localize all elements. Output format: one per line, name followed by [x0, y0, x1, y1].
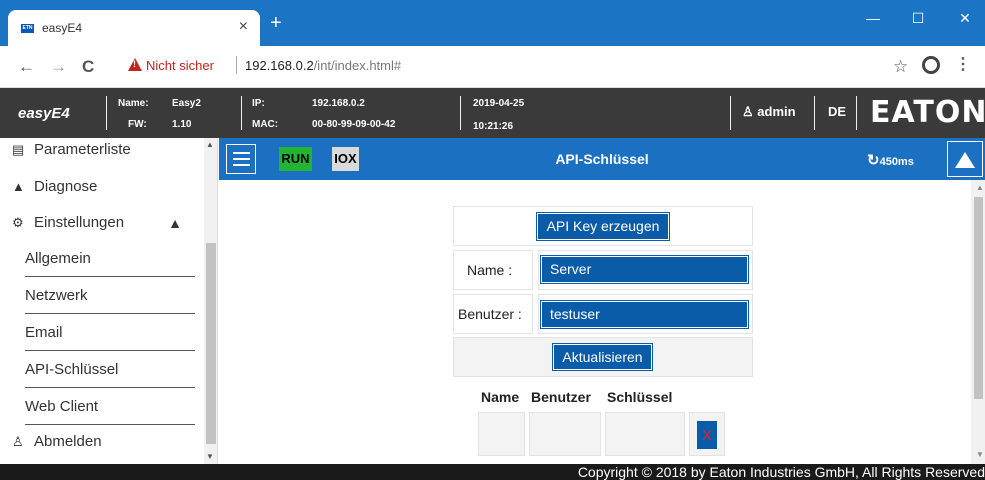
sidebar-item-diagnose[interactable]: ▲ Diagnose: [12, 169, 192, 205]
scroll-top-button[interactable]: [947, 141, 983, 177]
user-name: admin: [757, 104, 796, 119]
user-icon: ♙: [12, 434, 24, 449]
header-divider: [460, 96, 461, 130]
sidebar-item-label: Parameterliste: [34, 141, 131, 158]
cycle-time-value: 450ms: [879, 156, 914, 168]
page-toolbar: RUN IOX API-Schlüssel ↻450ms: [219, 138, 985, 180]
sidebar-item-label: Web Client: [25, 398, 99, 415]
update-button[interactable]: Aktualisieren: [552, 343, 653, 371]
header-divider: [814, 96, 815, 130]
sidebar-item-parameterliste[interactable]: ▤ Parameterliste: [12, 132, 192, 168]
user-input[interactable]: testuser: [540, 300, 749, 329]
browser-menu-icon[interactable]: ⋮: [955, 55, 971, 75]
table-cell: [605, 412, 685, 456]
account-icon[interactable]: [922, 56, 940, 74]
new-tab-button[interactable]: +: [270, 13, 282, 33]
maximize-button[interactable]: ☐: [903, 10, 933, 26]
browser-tab-bar: ETN easyE4 × + — ☐ ✕: [0, 0, 985, 46]
ip-value: 192.168.0.2: [312, 98, 365, 109]
date-value: 2019-04-25: [473, 98, 525, 109]
cycle-time: ↻450ms: [867, 151, 914, 169]
time-value: 10:21:26: [473, 121, 514, 132]
sidebar-item-abmelden[interactable]: ♙ Abmelden: [12, 424, 192, 460]
user-label: Benutzer :: [458, 306, 522, 322]
bookmark-star-icon[interactable]: ☆: [893, 57, 908, 77]
header-divider: [856, 96, 857, 130]
fw-label: FW:: [128, 119, 147, 130]
eaton-logo: EATON: [870, 95, 985, 130]
warning-icon: [128, 58, 142, 71]
sidebar-item-netzwerk[interactable]: Netzwerk: [25, 278, 195, 314]
scroll-down-arrow-icon[interactable]: ▼: [976, 450, 984, 459]
list-icon: ▤: [12, 142, 25, 157]
sidebar-item-label: Diagnose: [34, 178, 98, 195]
content-scrollbar-thumb[interactable]: [974, 197, 983, 399]
browser-tab[interactable]: ETN easyE4 ×: [8, 10, 260, 46]
warning-icon: ▲: [12, 179, 25, 194]
sidebar-item-label: Allgemein: [25, 250, 91, 267]
url-host: 192.168.0.2: [245, 58, 314, 73]
collapse-caret-icon: ▲: [168, 215, 182, 231]
sidebar-item-api-schluessel[interactable]: API-Schlüssel: [25, 352, 195, 388]
table-cell: [478, 412, 525, 456]
gear-icon: ⚙: [12, 215, 24, 230]
name-input[interactable]: Server: [540, 255, 749, 284]
address-divider: [236, 56, 237, 74]
reload-button[interactable]: C: [82, 57, 94, 77]
scroll-up-arrow-icon[interactable]: ▲: [976, 183, 984, 192]
sidebar-item-einstellungen[interactable]: ⚙ Einstellungen ▲: [12, 205, 192, 241]
minimize-button[interactable]: —: [858, 10, 888, 26]
delete-key-button[interactable]: X: [697, 421, 717, 449]
generate-api-key-button[interactable]: API Key erzeugen: [536, 212, 670, 241]
user-icon: ♙: [742, 104, 758, 119]
sidebar-item-label: Netzwerk: [25, 287, 88, 304]
address-bar: ← → C Nicht sicher 192.168.0.2/int/index…: [0, 46, 985, 88]
name-label: Name :: [467, 262, 513, 278]
header-divider: [730, 96, 731, 130]
user-menu[interactable]: ♙ admin: [742, 104, 796, 120]
sidebar-item-email[interactable]: Email: [25, 315, 195, 351]
sidebar-item-web-client[interactable]: Web Client: [25, 389, 195, 425]
mac-label: MAC:: [252, 119, 279, 130]
sidebar-item-label: API-Schlüssel: [25, 361, 119, 378]
fw-value: 1.10: [172, 119, 192, 130]
close-window-button[interactable]: ✕: [950, 10, 980, 26]
tab-title: easyE4: [42, 21, 83, 35]
url-field[interactable]: 192.168.0.2/int/index.html#: [245, 58, 401, 73]
name-value: Easy2: [172, 98, 201, 109]
brand-title: easyE4: [18, 105, 70, 122]
table-header-user: Benutzer: [531, 389, 591, 405]
table-header-name: Name: [481, 389, 520, 405]
language-selector[interactable]: DE: [828, 104, 846, 119]
scroll-down-arrow-icon[interactable]: ▼: [206, 452, 214, 461]
sidebar-item-allgemein[interactable]: Allgemein: [25, 241, 195, 277]
sidebar-scrollbar-thumb[interactable]: [206, 243, 216, 444]
header-divider: [241, 96, 242, 130]
header-divider: [106, 96, 107, 130]
refresh-icon: ↻: [867, 152, 880, 169]
sidebar: ▤ Parameterliste ▲ Diagnose ⚙ Einstellungen…: [0, 138, 218, 464]
tab-close-button[interactable]: ×: [239, 18, 248, 36]
favicon-icon: ETN: [21, 24, 34, 33]
sidebar-item-label: Abmelden: [34, 433, 102, 450]
app-header: easyE4 Name: Easy2 FW: 1.10 IP: 192.168.…: [0, 88, 985, 138]
url-path: /int/index.html#: [313, 58, 402, 73]
forward-button[interactable]: →: [50, 57, 67, 77]
name-label: Name:: [118, 98, 149, 109]
back-button[interactable]: ←: [18, 57, 35, 77]
ip-label: IP:: [252, 98, 265, 109]
security-status[interactable]: Nicht sicher: [146, 58, 214, 73]
scroll-up-arrow-icon[interactable]: ▲: [206, 140, 214, 149]
sidebar-item-label: Einstellungen: [34, 214, 125, 231]
footer-copyright: Copyright © 2018 by Eaton Industries Gmb…: [0, 464, 985, 480]
table-cell: [529, 412, 601, 456]
table-header-key: Schlüssel: [607, 389, 673, 405]
sidebar-item-label: Email: [25, 324, 63, 341]
mac-value: 00-80-99-09-00-42: [312, 119, 396, 130]
